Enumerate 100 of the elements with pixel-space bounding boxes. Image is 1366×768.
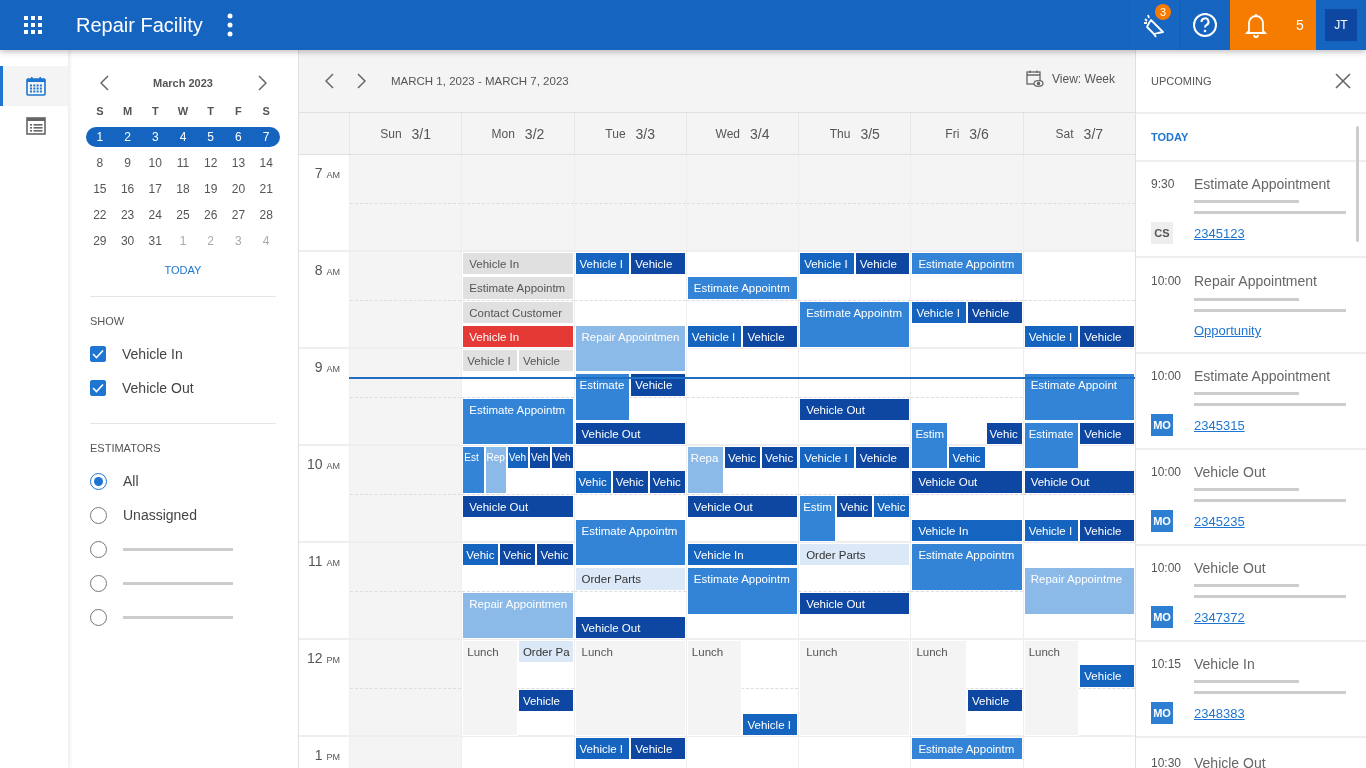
calendar-day[interactable]: 21 [252, 179, 280, 199]
calendar-event[interactable]: Estimate Appointm [799, 300, 911, 348]
calendar-day[interactable]: 11 [169, 153, 197, 173]
calendar-event[interactable]: Estimate Appointm [462, 397, 574, 445]
calendar-day[interactable]: 13 [224, 153, 253, 173]
calendar-event[interactable]: Estim [911, 421, 949, 470]
calendar-event[interactable]: Vehicle [630, 252, 686, 276]
calendar-event[interactable]: Vehicle In [462, 324, 574, 348]
record-link[interactable]: 2348383 [1194, 705, 1245, 721]
calendar-event[interactable]: Contact Customer [462, 300, 574, 324]
calendar-event[interactable]: Vehicle Out [686, 494, 799, 518]
calendar-event[interactable]: Estimate Appoint [1023, 373, 1135, 421]
calendar-day[interactable]: 28 [252, 205, 280, 225]
calendar-event[interactable]: Vehic [873, 494, 911, 518]
calendar-event[interactable]: Estimate Appointm [574, 518, 686, 567]
calendar-event[interactable]: Order Pa [517, 640, 574, 664]
calendar-day[interactable]: 5 [196, 127, 225, 147]
calendar-event[interactable]: Estimate Appointm [911, 252, 1023, 276]
calendar-day[interactable]: 6 [224, 127, 253, 147]
today-button[interactable]: TODAY [164, 264, 202, 276]
calendar-day[interactable]: 1 [86, 127, 114, 147]
calendar-event[interactable]: Vehicle Out [799, 591, 911, 615]
calendar-day[interactable]: 8 [86, 153, 114, 173]
calendar-event[interactable]: Vehicle I [742, 712, 799, 736]
calendar-day[interactable]: 2 [113, 127, 142, 147]
calendar-day[interactable]: 12 [196, 153, 225, 173]
calendar-event[interactable]: Vehicle Out [462, 494, 574, 518]
record-link[interactable]: 2345123 [1194, 225, 1245, 241]
calendar-event[interactable]: Vehic [948, 446, 986, 470]
calendar-day[interactable]: 26 [196, 205, 225, 225]
calendar-event[interactable]: Vehicle I [462, 349, 518, 373]
calendar-event[interactable]: Estimate Appointm [686, 276, 799, 300]
calendar-event[interactable]: Estimate [1023, 421, 1080, 470]
calendar-day[interactable]: 31 [141, 231, 170, 251]
calendar-event[interactable]: Vehic [574, 470, 612, 494]
record-link[interactable]: 2347372 [1194, 609, 1245, 625]
calendar-event[interactable]: Estimate [574, 373, 631, 421]
record-link[interactable]: Opportunity [1194, 323, 1262, 339]
checkbox[interactable] [90, 346, 106, 362]
calendar-event[interactable]: Vehicle [630, 373, 686, 397]
calendar-event[interactable]: Vehic [648, 470, 686, 494]
calendar-event[interactable]: Est [462, 446, 485, 494]
calendar-view-button[interactable] [0, 66, 68, 106]
calendar-event[interactable]: Vehicle I [574, 737, 631, 761]
calendar-event[interactable]: Vehicle I [911, 300, 968, 324]
calendar-day[interactable]: 19 [196, 179, 225, 199]
calendar-event[interactable]: Vehicle I [1023, 324, 1080, 348]
record-link[interactable]: 2345315 [1194, 417, 1245, 433]
calendar-day[interactable]: 10 [141, 153, 170, 173]
calendar-event[interactable]: Vehicle [517, 349, 574, 373]
calendar-day[interactable]: 16 [113, 179, 142, 199]
calendar-event[interactable]: Vehic [761, 446, 799, 470]
calendar-event[interactable]: Vehic [836, 494, 874, 518]
view-selector[interactable]: View: Week [1026, 70, 1115, 88]
checkbox[interactable] [90, 380, 106, 396]
calendar-day[interactable]: 30 [113, 231, 142, 251]
calendar-day[interactable]: 23 [113, 205, 142, 225]
calendar-event[interactable]: Vehicle Out [1023, 470, 1135, 494]
calendar-event[interactable]: Veh [529, 446, 552, 470]
calendar-event[interactable]: Vehic [499, 543, 537, 567]
close-button[interactable] [1333, 71, 1353, 91]
calendar-event[interactable]: Estim [799, 494, 837, 542]
calendar-day[interactable]: 27 [224, 205, 253, 225]
calendar-day[interactable]: 20 [224, 179, 253, 199]
calendar-event[interactable]: Veh [551, 446, 574, 470]
calendar-day[interactable]: 18 [169, 179, 197, 199]
calendar-day[interactable]: 29 [86, 231, 114, 251]
calendar-day[interactable]: 9 [113, 153, 142, 173]
calendar-event[interactable]: Vehicle [1079, 664, 1135, 688]
calendar-event[interactable]: Estimate Appointm [911, 737, 1023, 761]
calendar-event[interactable]: Vehicle In [462, 252, 574, 276]
calendar-event[interactable]: Vehicle I [799, 252, 855, 276]
calendar-event[interactable]: Vehicle In [686, 543, 799, 567]
calendar-event[interactable]: Vehicle [967, 688, 1023, 712]
calendar-event[interactable]: Vehic [462, 543, 500, 567]
calendar-event[interactable]: Vehicle In [911, 518, 1023, 542]
calendar-event[interactable]: Estimate Appointm [462, 276, 574, 300]
calendar-event[interactable]: Veh [506, 446, 530, 470]
calendar-event[interactable]: Vehicle [630, 737, 686, 761]
calendar-day[interactable]: 4 [169, 127, 197, 147]
calendar-event[interactable]: Vehicle I [1023, 518, 1080, 542]
calendar-day[interactable]: 25 [169, 205, 197, 225]
calendar-event[interactable]: Vehicle [854, 252, 911, 276]
calendar-event[interactable]: Vehic [536, 543, 574, 567]
calendar-event[interactable]: Vehicle [517, 688, 574, 712]
calendar-day[interactable]: 14 [252, 153, 280, 173]
calendar-day[interactable]: 17 [141, 179, 170, 199]
calendar-day[interactable]: 3 [141, 127, 170, 147]
calendar-event[interactable]: Vehicle I [686, 324, 743, 348]
scrollbar[interactable] [1356, 126, 1359, 242]
calendar-event[interactable]: Vehicle [1079, 421, 1135, 445]
calendar-day[interactable]: 22 [86, 205, 114, 225]
calendar-event[interactable]: Estimate Appointm [911, 543, 1023, 591]
user-avatar[interactable]: JT [1325, 9, 1357, 41]
record-link[interactable]: 2345235 [1194, 513, 1245, 529]
calendar-event[interactable]: Vehicle I [799, 446, 855, 470]
calendar-event[interactable]: Vehicle [967, 300, 1023, 324]
calendar-day[interactable]: 7 [252, 127, 280, 147]
calendar-event[interactable]: Vehicle I [574, 252, 631, 276]
calendar-event[interactable]: Vehicle Out [799, 397, 911, 421]
